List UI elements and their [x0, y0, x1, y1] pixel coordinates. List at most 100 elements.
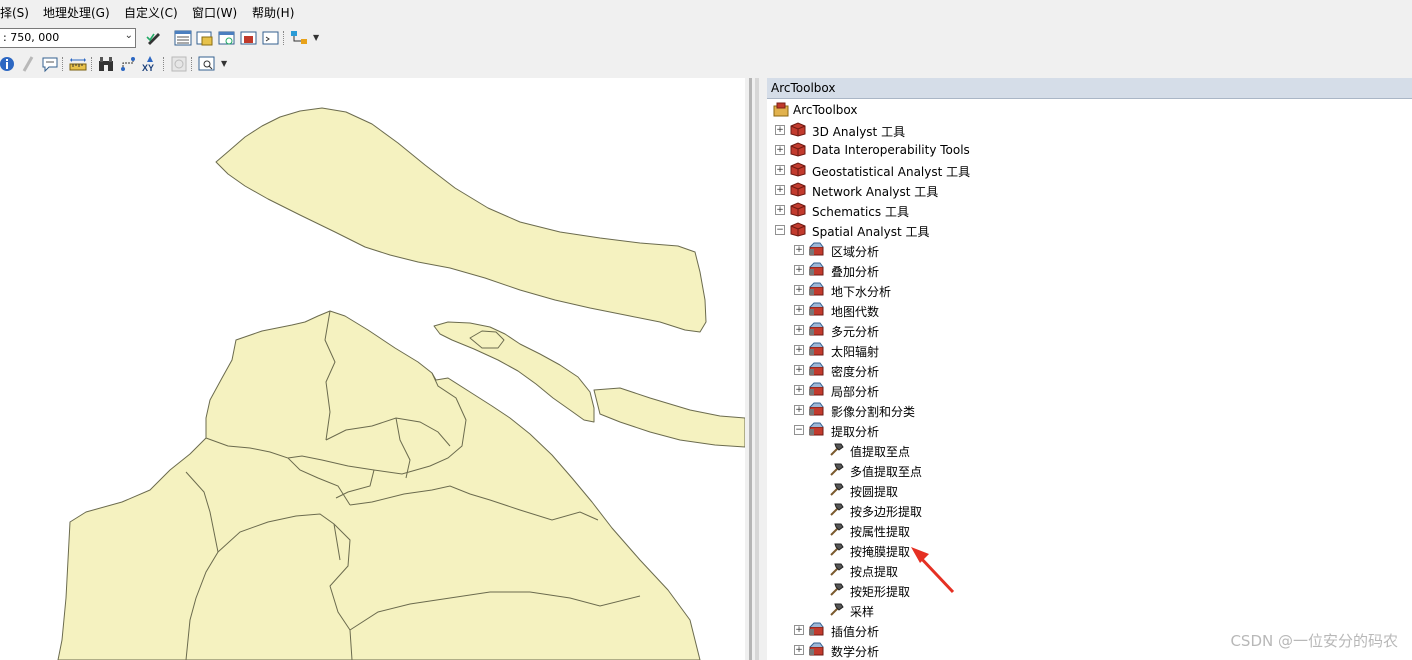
menu-customize[interactable]: 自定义(C) — [124, 4, 178, 21]
expand-icon[interactable]: + — [775, 165, 785, 175]
expand-icon[interactable]: + — [775, 125, 785, 135]
toolset-icon — [809, 342, 824, 356]
expand-icon[interactable]: + — [794, 405, 804, 415]
map-scale-combo[interactable]: : 750, 000 ⌄ — [0, 28, 136, 48]
menu-windows[interactable]: 窗口(W) — [192, 4, 237, 21]
identify-icon[interactable] — [0, 55, 16, 73]
menu-select[interactable]: 择(S) — [0, 4, 29, 21]
toolbox-schematics[interactable]: + Schematics 工具 — [775, 200, 1175, 220]
expand-icon[interactable]: + — [794, 365, 804, 375]
create-viewer-window-icon[interactable] — [198, 55, 216, 73]
hyperlink-icon[interactable] — [20, 55, 38, 73]
hammer-tool-icon — [830, 543, 844, 556]
arctoolbox-window-icon[interactable] — [240, 29, 258, 47]
toolset-overlay[interactable]: + 叠加分析 — [794, 260, 1094, 280]
catalog-window-icon[interactable] — [196, 29, 214, 47]
expand-icon[interactable]: + — [775, 185, 785, 195]
toolset-math[interactable]: + 数学分析 — [794, 640, 1094, 660]
toolset-map-algebra[interactable]: + 地图代数 — [794, 300, 1094, 320]
hammer-tool-icon — [830, 563, 844, 576]
toolset-icon — [809, 322, 824, 336]
table-of-contents-icon[interactable] — [174, 29, 192, 47]
expand-icon[interactable]: + — [775, 205, 785, 215]
toolbar-separator — [62, 57, 69, 71]
toolset-density[interactable]: + 密度分析 — [794, 360, 1094, 380]
toolset-groundwater[interactable]: + 地下水分析 — [794, 280, 1094, 300]
panel-title: ArcToolbox — [771, 81, 836, 95]
toolset-icon — [809, 402, 824, 416]
hammer-tool-icon — [830, 503, 844, 516]
modelbuilder-icon[interactable] — [290, 29, 308, 47]
toolbar-overflow-icon[interactable]: ▼ — [221, 59, 229, 79]
chevron-down-icon[interactable]: ⌄ — [125, 30, 133, 41]
toolbox-icon — [790, 122, 806, 137]
menu-geoprocessing[interactable]: 地理处理(G) — [43, 4, 110, 21]
expand-icon[interactable]: + — [794, 305, 804, 315]
expand-icon[interactable]: + — [775, 145, 785, 155]
html-popup-icon[interactable] — [41, 55, 59, 73]
svg-text:XY: XY — [142, 63, 154, 73]
toolset-solar-radiation[interactable]: + 太阳辐射 — [794, 340, 1094, 360]
expand-icon[interactable]: + — [794, 625, 804, 635]
go-to-xy-icon[interactable]: XY — [141, 55, 159, 73]
tool-extract-by-attributes[interactable]: 按属性提取 — [828, 520, 1078, 540]
arctoolbox-tree[interactable]: ArcToolbox + 3D Analyst 工具 + Data Intero… — [767, 99, 1412, 660]
expand-icon[interactable]: + — [794, 265, 804, 275]
toolset-icon — [809, 262, 824, 276]
toolbox-3d-analyst[interactable]: + 3D Analyst 工具 — [775, 120, 1175, 140]
find-route-icon[interactable] — [119, 55, 137, 73]
python-window-icon[interactable] — [262, 29, 280, 47]
tool-extract-multi-values-to-points[interactable]: 多值提取至点 — [828, 460, 1078, 480]
toolbar-separator — [191, 57, 198, 71]
toolset-icon — [809, 622, 824, 636]
toolbox-network-analyst[interactable]: + Network Analyst 工具 — [775, 180, 1175, 200]
toolset-icon — [809, 362, 824, 376]
tool-extract-by-circle[interactable]: 按圆提取 — [828, 480, 1078, 500]
toolbox-icon — [790, 182, 806, 197]
toolbox-folder-icon — [773, 102, 789, 117]
scrollbar[interactable] — [749, 78, 752, 660]
toolbox-icon — [790, 222, 806, 237]
tree-root[interactable]: ArcToolbox — [771, 100, 971, 120]
map-canvas[interactable] — [0, 78, 745, 660]
expand-icon[interactable]: + — [794, 245, 804, 255]
hammer-tool-icon — [830, 483, 844, 496]
tool-extract-by-polygon[interactable]: 按多边形提取 — [828, 500, 1078, 520]
expand-icon[interactable]: + — [794, 645, 804, 655]
collapse-icon[interactable]: − — [794, 425, 804, 435]
tool-extract-values-to-points[interactable]: 值提取至点 — [828, 440, 1078, 460]
toolset-zonal[interactable]: + 区域分析 — [794, 240, 1094, 260]
expand-icon[interactable]: + — [794, 285, 804, 295]
toolbox-icon — [790, 142, 806, 157]
toolset-local[interactable]: + 局部分析 — [794, 380, 1094, 400]
search-window-icon[interactable] — [218, 29, 236, 47]
time-slider-icon[interactable] — [170, 55, 188, 73]
toolbox-spatial-analyst[interactable]: − Spatial Analyst 工具 — [775, 220, 1175, 240]
toolbox-data-interoperability[interactable]: + Data Interoperability Tools — [775, 140, 1175, 160]
panel-splitter[interactable] — [745, 78, 767, 660]
expand-icon[interactable]: + — [794, 325, 804, 335]
expand-icon[interactable]: + — [794, 385, 804, 395]
hammer-tool-icon — [830, 583, 844, 596]
menu-help[interactable]: 帮助(H) — [252, 4, 294, 21]
toolset-icon — [809, 642, 824, 656]
find-binoculars-icon[interactable] — [97, 55, 115, 73]
splitter-handle[interactable] — [755, 78, 759, 660]
toolset-extraction[interactable]: − 提取分析 — [794, 420, 1094, 440]
editor-pencil-icon[interactable] — [145, 29, 163, 47]
measure-icon[interactable] — [69, 55, 87, 73]
toolbox-geostatistical-analyst[interactable]: + Geostatistical Analyst 工具 — [775, 160, 1175, 180]
expand-icon[interactable]: + — [794, 345, 804, 355]
tool-sample[interactable]: 采样 — [828, 600, 1078, 620]
map-view[interactable] — [0, 78, 745, 660]
menu-bar: 择(S) 地理处理(G) 自定义(C) 窗口(W) 帮助(H) — [0, 0, 1412, 22]
island-polygon — [593, 387, 745, 448]
toolset-segmentation-classification[interactable]: + 影像分割和分类 — [794, 400, 1094, 420]
island-polygon — [215, 107, 707, 333]
collapse-icon[interactable]: − — [775, 225, 785, 235]
toolset-icon — [809, 282, 824, 296]
arctoolbox-panel-header: ArcToolbox — [767, 78, 1412, 99]
toolset-interpolation[interactable]: + 插值分析 — [794, 620, 1094, 640]
toolset-multivariate[interactable]: + 多元分析 — [794, 320, 1094, 340]
toolbar-separator — [163, 57, 170, 71]
